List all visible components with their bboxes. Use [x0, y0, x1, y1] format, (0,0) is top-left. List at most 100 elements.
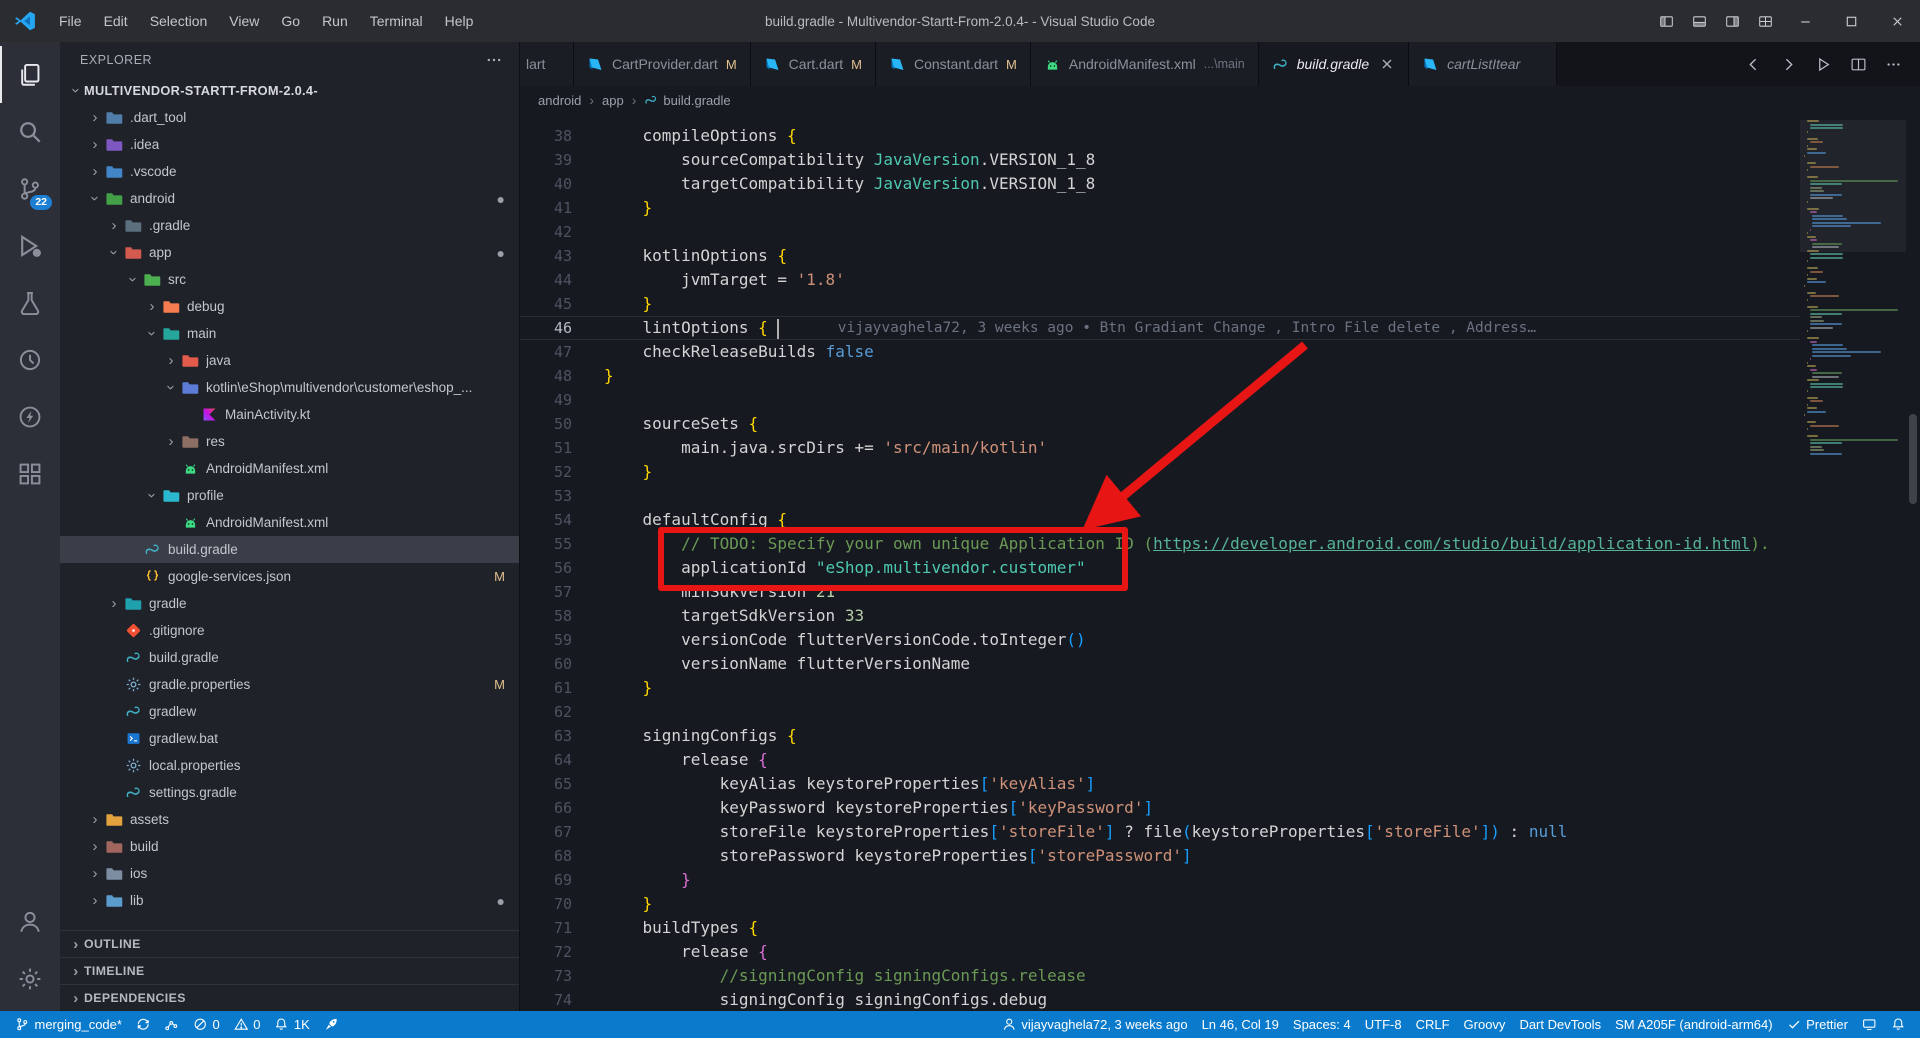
code-line[interactable]: 50 sourceSets { — [520, 412, 1800, 436]
tree-item-.gradle[interactable]: ›.gradle — [60, 212, 519, 239]
tab-lart[interactable]: lart — [520, 42, 574, 86]
code-line[interactable]: 51 main.java.srcDirs += 'src/main/kotlin… — [520, 436, 1800, 460]
navigate-back-button[interactable] — [1738, 49, 1768, 79]
tree-item-multivendor-startt-from-2.0.4-[interactable]: ›MULTIVENDOR-STARTT-FROM-2.0.4- — [60, 77, 519, 104]
tree-item-gradlew.bat[interactable]: gradlew.bat — [60, 725, 519, 752]
status-device[interactable]: SM A205F (android-arm64) — [1608, 1011, 1780, 1038]
explorer-more-actions-icon[interactable] — [485, 51, 503, 69]
maximize-button[interactable] — [1828, 0, 1874, 42]
tab-build.gradle[interactable]: build.gradle — [1259, 42, 1409, 86]
tab-androidmanifest.xml[interactable]: AndroidManifest.xml...\main — [1031, 42, 1259, 86]
status-warnings[interactable]: 0 — [227, 1011, 268, 1038]
status-errors[interactable]: 0 — [186, 1011, 227, 1038]
status-git-graph[interactable] — [157, 1011, 186, 1038]
status-dart-devtools[interactable]: Dart DevTools — [1512, 1011, 1608, 1038]
code-line[interactable]: 49 — [520, 388, 1800, 412]
activity-item-accounts[interactable] — [0, 893, 60, 950]
code-line[interactable]: 56 applicationId "eShop.multivendor.cust… — [520, 556, 1800, 580]
tree-item-.idea[interactable]: ›.idea — [60, 131, 519, 158]
code-line[interactable]: 59 versionCode flutterVersionCode.toInte… — [520, 628, 1800, 652]
status-indentation[interactable]: Spaces: 4 — [1286, 1011, 1358, 1038]
code-line[interactable]: 44 jvmTarget = '1.8' — [520, 268, 1800, 292]
tree-item-android[interactable]: ›android● — [60, 185, 519, 212]
panel-right-button[interactable] — [1716, 0, 1749, 42]
activity-item-testing[interactable] — [0, 274, 60, 331]
code-line[interactable]: 40 targetCompatibility JavaVersion.VERSI… — [520, 172, 1800, 196]
code-line[interactable]: 39 sourceCompatibility JavaVersion.VERSI… — [520, 148, 1800, 172]
code-line[interactable]: 54 defaultConfig { — [520, 508, 1800, 532]
code-line[interactable]: 47 checkReleaseBuilds false — [520, 340, 1800, 364]
code-line[interactable]: 72 release { — [520, 940, 1800, 964]
status-launch[interactable] — [317, 1011, 346, 1038]
activity-item-explorer[interactable] — [0, 46, 60, 103]
close-icon[interactable] — [1379, 56, 1395, 72]
code-line[interactable]: 66 keyPassword keystoreProperties['keyPa… — [520, 796, 1800, 820]
tree-item-java[interactable]: ›java — [60, 347, 519, 374]
activity-item-run-and-debug[interactable] — [0, 217, 60, 274]
code-line[interactable]: 63 signingConfigs { — [520, 724, 1800, 748]
tab-cartlistitear[interactable]: cartListItear — [1409, 42, 1557, 86]
tree-item-google-services.json[interactable]: google-services.jsonM — [60, 563, 519, 590]
code-line[interactable]: 65 keyAlias keystoreProperties['keyAlias… — [520, 772, 1800, 796]
tree-item-build[interactable]: ›build — [60, 833, 519, 860]
code-line[interactable]: 69 } — [520, 868, 1800, 892]
tree-item-app[interactable]: ›app● — [60, 239, 519, 266]
section-dependencies[interactable]: ›DEPENDENCIES — [60, 984, 519, 1011]
tree-item-kotlin-eshop-multivendor-customer-eshop-[interactable]: ›kotlin\eShop\multivendor\customer\eshop… — [60, 374, 519, 401]
more-actions-button[interactable] — [1878, 49, 1908, 79]
menu-selection[interactable]: Selection — [139, 0, 219, 42]
section-timeline[interactable]: ›TIMELINE — [60, 957, 519, 984]
tree-item-src[interactable]: ›src — [60, 266, 519, 293]
tree-item-.dart-tool[interactable]: ›.dart_tool — [60, 104, 519, 131]
tree-item-build.gradle[interactable]: build.gradle — [60, 644, 519, 671]
activity-item-search[interactable] — [0, 103, 60, 160]
tree-item-main[interactable]: ›main — [60, 320, 519, 347]
code-line[interactable]: 42 — [520, 220, 1800, 244]
code-line[interactable]: 74 signingConfig signingConfigs.debug — [520, 988, 1800, 1011]
tree-item-settings.gradle[interactable]: settings.gradle — [60, 779, 519, 806]
menu-help[interactable]: Help — [434, 0, 485, 42]
section-outline[interactable]: ›OUTLINE — [60, 930, 519, 957]
code-line[interactable]: 48} — [520, 364, 1800, 388]
breadcrumb-item-android[interactable]: android — [538, 93, 581, 108]
code-line[interactable]: 71 buildTypes { — [520, 916, 1800, 940]
status-notifications[interactable] — [1884, 1011, 1913, 1038]
menu-run[interactable]: Run — [311, 0, 359, 42]
code-line[interactable]: 58 targetSdkVersion 33 — [520, 604, 1800, 628]
menu-go[interactable]: Go — [270, 0, 311, 42]
status-sync[interactable] — [129, 1011, 158, 1038]
code-line[interactable]: 41 } — [520, 196, 1800, 220]
status-prettier[interactable]: Prettier — [1780, 1011, 1855, 1038]
tree-item-local.properties[interactable]: local.properties — [60, 752, 519, 779]
activity-item-settings[interactable] — [0, 950, 60, 1007]
code-line[interactable]: 64 release { — [520, 748, 1800, 772]
tree-item-.vscode[interactable]: ›.vscode — [60, 158, 519, 185]
tree-item-build.gradle[interactable]: build.gradle — [60, 536, 519, 563]
status-language-mode[interactable]: Groovy — [1457, 1011, 1513, 1038]
tree-item-.gitignore[interactable]: .gitignore — [60, 617, 519, 644]
breadcrumb-item-build.gradle[interactable]: build.gradle — [644, 93, 730, 108]
status-counter[interactable]: 1K — [267, 1011, 316, 1038]
tab-constant.dart[interactable]: Constant.dartM — [876, 42, 1031, 86]
split-editor-button[interactable] — [1843, 49, 1873, 79]
code-line[interactable]: 60 versionName flutterVersionName — [520, 652, 1800, 676]
code-line[interactable]: 62 — [520, 700, 1800, 724]
code-line[interactable]: 70 } — [520, 892, 1800, 916]
menu-terminal[interactable]: Terminal — [359, 0, 434, 42]
scrollbar-thumb[interactable] — [1909, 414, 1917, 504]
tree-item-androidmanifest.xml[interactable]: AndroidManifest.xml — [60, 455, 519, 482]
tree-item-debug[interactable]: ›debug — [60, 293, 519, 320]
tree-item-androidmanifest.xml[interactable]: AndroidManifest.xml — [60, 509, 519, 536]
code-line[interactable]: 46 lintOptions {vijayvaghela72, 3 weeks … — [520, 316, 1800, 340]
activity-item-thunder-client[interactable] — [0, 388, 60, 445]
status-eol[interactable]: CRLF — [1409, 1011, 1457, 1038]
menu-view[interactable]: View — [218, 0, 270, 42]
status-encoding[interactable]: UTF-8 — [1358, 1011, 1409, 1038]
code-line[interactable]: 38 compileOptions { — [520, 124, 1800, 148]
panel-left-button[interactable] — [1650, 0, 1683, 42]
status-feedback[interactable] — [1855, 1011, 1884, 1038]
tree-item-mainactivity.kt[interactable]: MainActivity.kt — [60, 401, 519, 428]
menu-file[interactable]: File — [48, 0, 93, 42]
breadcrumb-item-app[interactable]: app — [602, 93, 624, 108]
tree-item-lib[interactable]: ›lib● — [60, 887, 519, 914]
